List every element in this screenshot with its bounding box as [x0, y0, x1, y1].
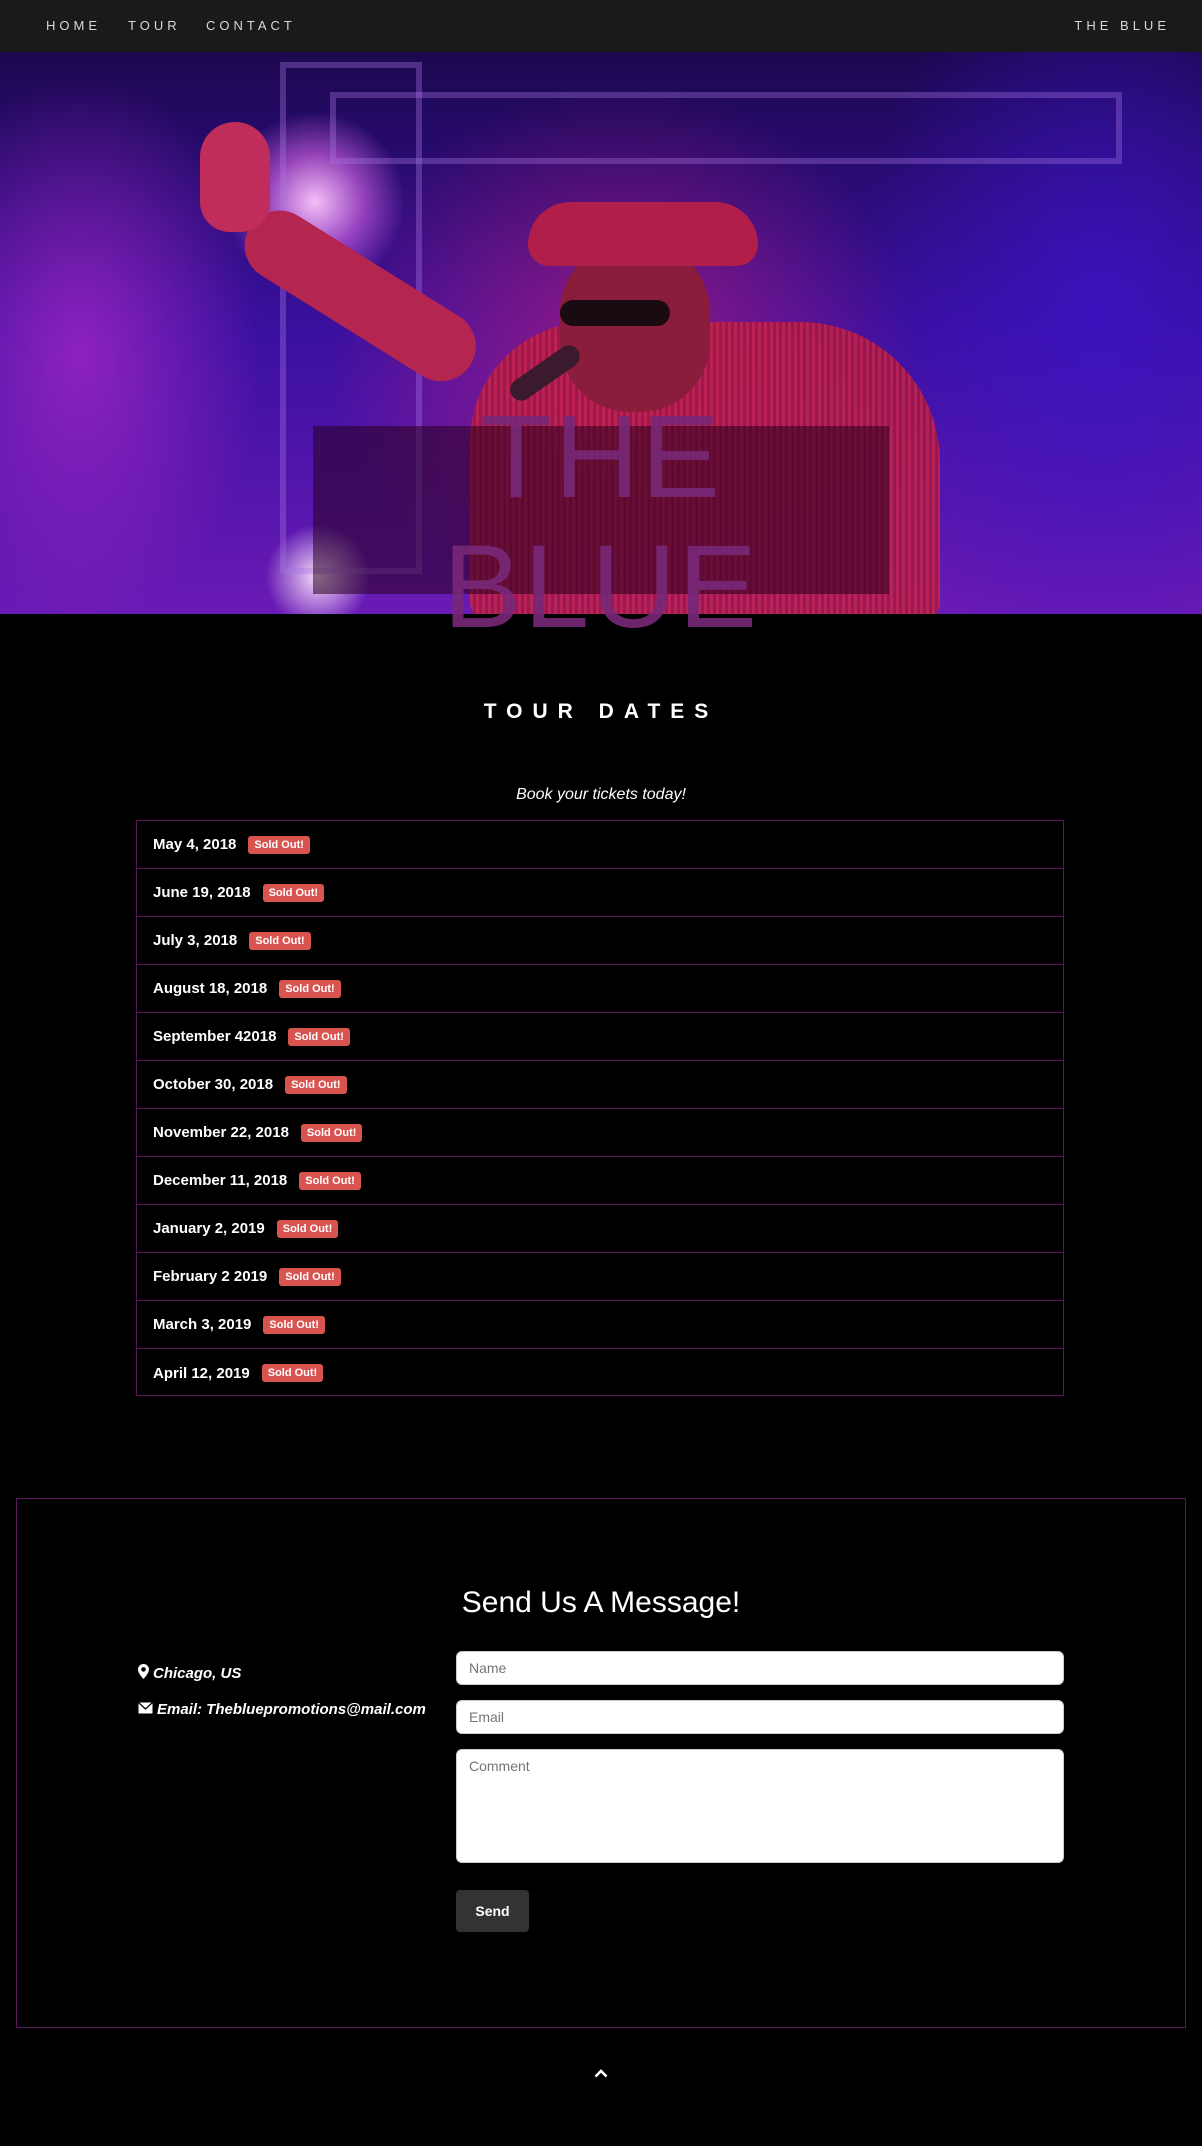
tour-date-row: October 30, 2018 Sold Out!	[137, 1061, 1063, 1109]
tour-date-row: November 22, 2018 Sold Out!	[137, 1109, 1063, 1157]
map-marker-icon	[138, 1664, 149, 1683]
performer-hat	[528, 202, 758, 266]
send-button[interactable]: Send	[456, 1890, 529, 1932]
tour-date-row: April 12, 2019 Sold Out!	[137, 1349, 1063, 1397]
tour-date-row: August 18, 2018 Sold Out!	[137, 965, 1063, 1013]
tour-date-row: March 3, 2019 Sold Out!	[137, 1301, 1063, 1349]
hero-title: THE BLUE	[442, 391, 760, 653]
sold-out-badge: Sold Out!	[279, 1267, 341, 1286]
email-text: Email: Thebluepromotions@mail.com	[157, 1701, 426, 1718]
tour-date: October 30, 2018	[153, 1076, 274, 1093]
tour-subtitle: Book your tickets today!	[516, 786, 686, 803]
stage-truss-top	[330, 92, 1122, 164]
sold-out-badge: Sold Out!	[262, 883, 325, 902]
tour-date-row: May 4, 2018 Sold Out!	[137, 821, 1063, 869]
sold-out-badge: Sold Out!	[279, 979, 341, 998]
performer-head	[560, 242, 710, 412]
sold-out-badge: Sold Out!	[285, 1075, 347, 1094]
sold-out-badge: Sold Out!	[249, 931, 311, 950]
tour-date-row: December 11, 2018 Sold Out!	[137, 1157, 1063, 1205]
sold-out-badge: Sold Out!	[263, 1315, 325, 1334]
tour-date: January 2, 2019	[153, 1220, 265, 1237]
comment-textarea[interactable]	[456, 1749, 1064, 1863]
performer-glasses	[560, 300, 670, 326]
tour-date-row: June 19, 2018 Sold Out!	[137, 869, 1063, 917]
tour-date: August 18, 2018	[153, 980, 268, 997]
nav-link-contact[interactable]: CONTACT	[206, 18, 296, 33]
nav-brand[interactable]: THE BLUE	[1074, 18, 1170, 33]
nav-link-home[interactable]: HOME	[46, 18, 101, 33]
tour-dates-list: May 4, 2018 Sold Out! June 19, 2018 Sold…	[136, 820, 1064, 1396]
tour-date-row: July 3, 2018 Sold Out!	[137, 917, 1063, 965]
navbar: HOME TOUR CONTACT THE BLUE	[0, 0, 1202, 52]
contact-title: Send Us A Message!	[461, 1586, 741, 1619]
sold-out-badge: Sold Out!	[288, 1027, 350, 1046]
tour-date: April 12, 2019	[153, 1364, 250, 1382]
sold-out-badge: Sold Out!	[299, 1171, 361, 1190]
nav-link-tour[interactable]: TOUR	[128, 18, 181, 33]
sold-out-badge: Sold Out!	[276, 1219, 339, 1238]
tour-date-row: January 2, 2019 Sold Out!	[137, 1205, 1063, 1253]
email-input[interactable]	[456, 1700, 1064, 1734]
tour-date: December 11, 2018	[153, 1172, 288, 1189]
performer-hand	[200, 122, 270, 232]
chevron-up-icon[interactable]	[0, 2062, 1202, 2083]
tour-date-row: September 42018 Sold Out!	[137, 1013, 1063, 1061]
sold-out-badge: Sold Out!	[300, 1123, 363, 1142]
envelope-icon	[138, 1701, 153, 1718]
tour-date-row: February 2 2019 Sold Out!	[137, 1253, 1063, 1301]
location-text: Chicago, US	[153, 1665, 242, 1682]
name-input[interactable]	[456, 1651, 1064, 1685]
contact-email: Email: Thebluepromotions@mail.com	[138, 1701, 426, 1718]
tour-date: July 3, 2018	[153, 932, 238, 949]
tour-date: November 22, 2018	[153, 1124, 289, 1141]
tour-date: September 42018	[153, 1028, 277, 1045]
tour-date: May 4, 2018	[153, 836, 237, 853]
tour-section-title: TOUR DATES	[483, 700, 719, 723]
sold-out-badge: Sold Out!	[248, 835, 310, 854]
tour-date: March 3, 2019	[153, 1316, 252, 1333]
sold-out-badge: Sold Out!	[261, 1364, 324, 1382]
tour-date: February 2 2019	[153, 1268, 268, 1285]
contact-location: Chicago, US	[138, 1664, 241, 1683]
tour-date: June 19, 2018	[153, 884, 251, 901]
